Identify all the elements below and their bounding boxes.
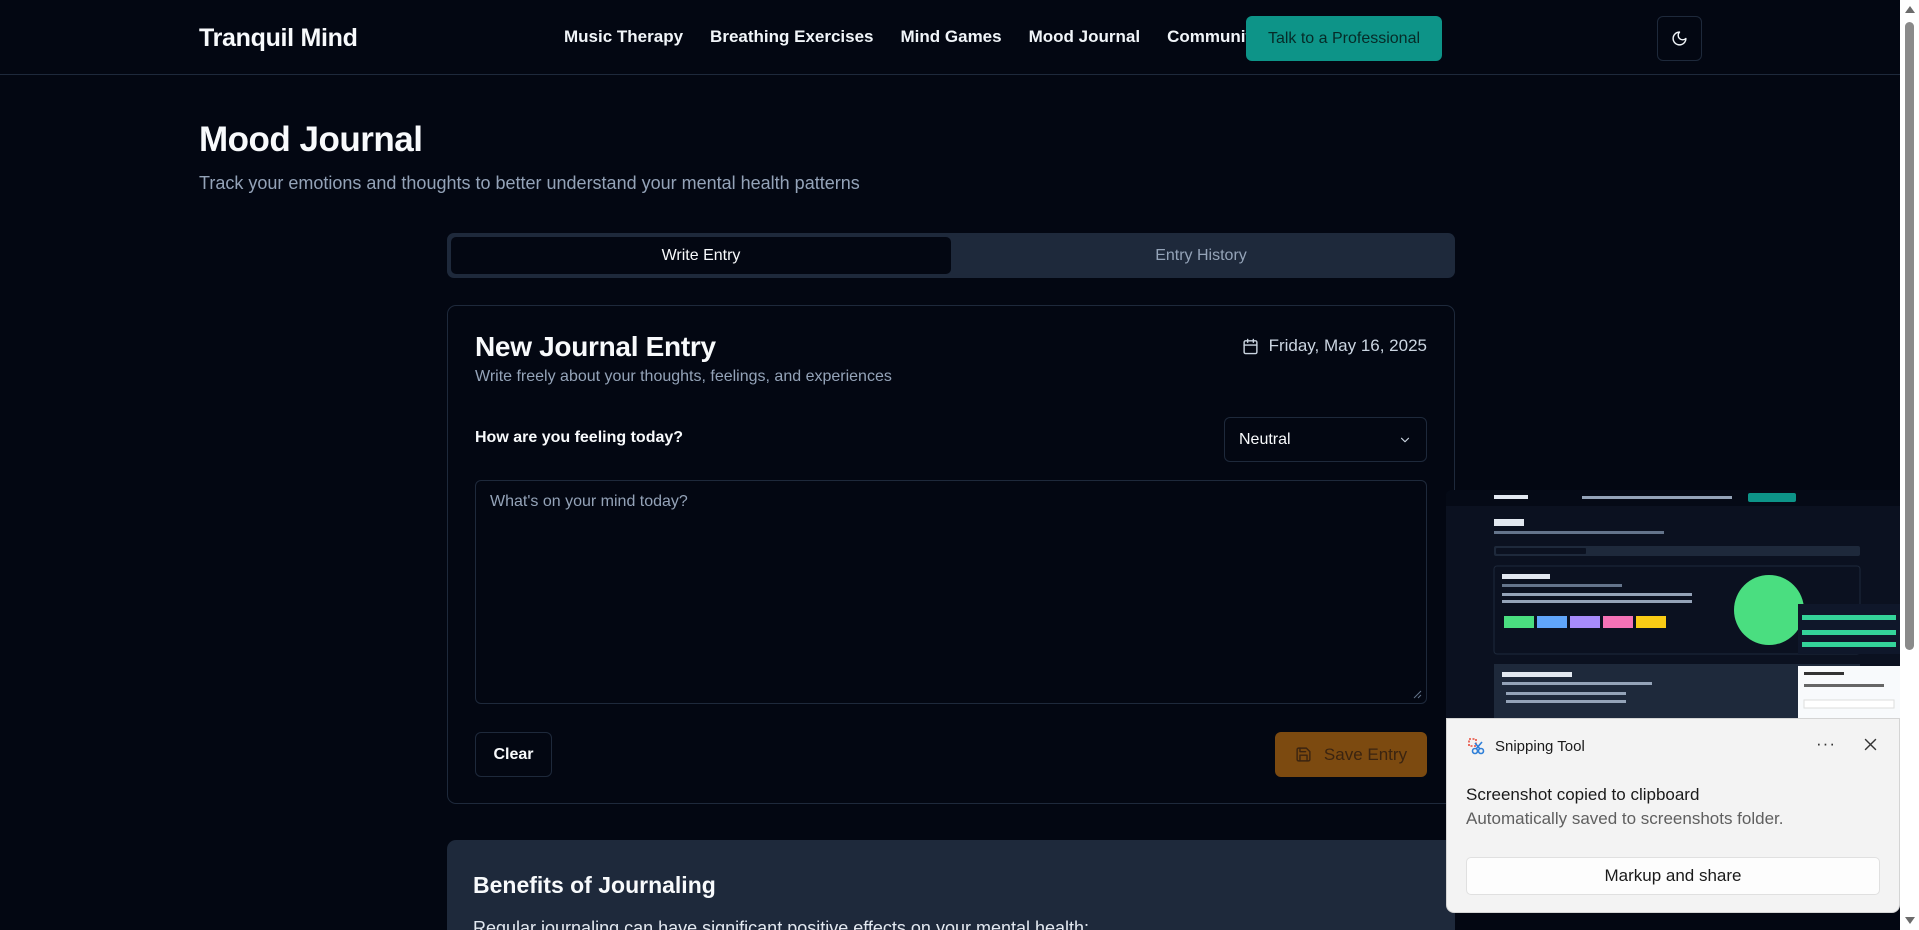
nav-music-therapy[interactable]: Music Therapy (564, 27, 683, 47)
close-icon[interactable] (1853, 729, 1887, 759)
chevron-down-icon (1400, 437, 1410, 442)
page-title: Mood Journal (199, 120, 423, 159)
page-subtitle: Track your emotions and thoughts to bett… (199, 173, 860, 193)
nav-mind-games[interactable]: Mind Games (901, 27, 1002, 47)
mood-select-value: Neutral (1239, 430, 1291, 448)
resize-handle-icon[interactable] (1412, 689, 1422, 699)
journal-textarea[interactable] (475, 480, 1427, 704)
benefits-card: Benefits of Journaling Regular journalin… (447, 840, 1455, 930)
theme-toggle-button[interactable] (1657, 16, 1702, 61)
benefits-intro: Regular journaling can have significant … (473, 918, 1090, 930)
save-entry-label: Save Entry (1323, 744, 1408, 764)
nav-breathing-exercises[interactable]: Breathing Exercises (710, 27, 873, 47)
nav-mood-journal[interactable]: Mood Journal (1029, 27, 1140, 47)
scroll-up-arrow[interactable] (1905, 6, 1915, 13)
save-icon (1296, 747, 1311, 762)
scroll-down-arrow[interactable] (1905, 917, 1915, 924)
talk-to-professional-button[interactable]: Talk to a Professional (1246, 16, 1442, 61)
save-entry-button[interactable]: Save Entry (1275, 732, 1427, 777)
screenshot-thumbnail[interactable] (1446, 490, 1900, 718)
more-options-icon[interactable]: ··· (1809, 729, 1843, 759)
benefits-title: Benefits of Journaling (473, 872, 716, 898)
toast-body: Automatically saved to screenshots folde… (1466, 809, 1784, 828)
snipping-tool-notification: Snipping Tool ··· Screenshot copied to c… (1446, 718, 1900, 913)
entry-title: New Journal Entry (475, 331, 716, 362)
calendar-icon (1242, 338, 1258, 354)
mood-select[interactable]: Neutral (1224, 417, 1427, 462)
close-x-glyph (1864, 738, 1876, 750)
top-navbar: Tranquil Mind Music Therapy Breathing Ex… (0, 0, 1900, 75)
snipping-tool-icon (1468, 738, 1485, 755)
entry-date-text: Friday, May 16, 2025 (1268, 336, 1427, 355)
markup-and-share-button[interactable]: Markup and share (1466, 857, 1880, 895)
toast-heading: Screenshot copied to clipboard (1466, 785, 1700, 804)
mood-label: How are you feeling today? (475, 429, 684, 446)
entry-description: Write freely about your thoughts, feelin… (475, 368, 892, 385)
new-entry-card: New Journal Entry Write freely about you… (447, 305, 1455, 804)
scroll-thumb[interactable] (1905, 22, 1914, 650)
clear-button[interactable]: Clear (475, 732, 552, 777)
main-nav: Music Therapy Breathing Exercises Mind G… (564, 27, 1261, 47)
moon-icon (1672, 31, 1687, 46)
brand-logo[interactable]: Tranquil Mind (199, 24, 358, 53)
screenshot-preview-image (1446, 490, 1900, 718)
tab-write-entry[interactable]: Write Entry (451, 237, 951, 274)
entry-date: Friday, May 16, 2025 (1242, 336, 1427, 356)
page-scrollbar[interactable] (1900, 0, 1919, 930)
tab-entry-history[interactable]: Entry History (951, 237, 1451, 274)
toast-app-name: Snipping Tool (1495, 738, 1585, 755)
journal-tabs: Write Entry Entry History (447, 233, 1455, 278)
